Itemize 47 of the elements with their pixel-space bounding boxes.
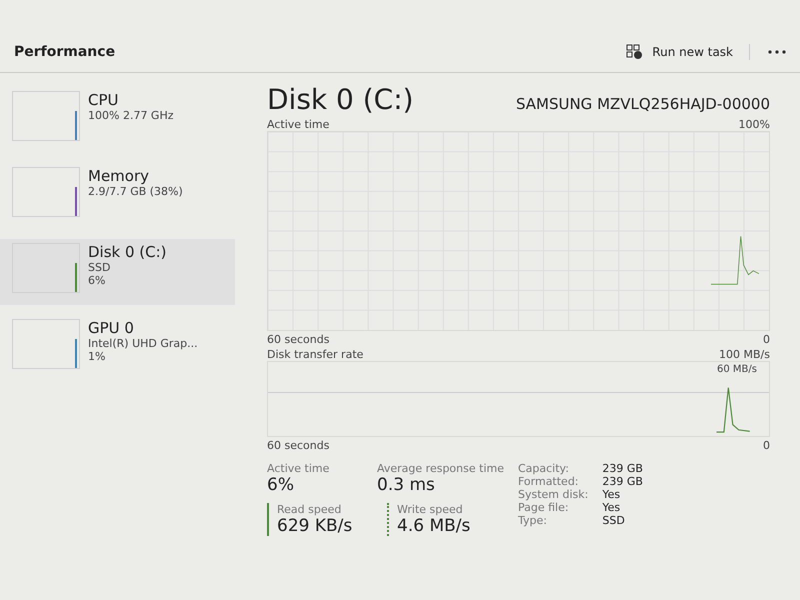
page-title: Performance [14,44,116,60]
stat-value: 0.3 ms [377,475,436,495]
sidebar-item[interactable]: CPU 100% 2.77 GHz [0,87,235,153]
item-name: Memory [88,167,150,185]
item-usage: 1% [88,350,106,363]
new-task-icon [626,44,644,60]
item-name: GPU 0 [88,319,135,337]
item-detail: Intel(R) UHD Grap... [88,337,198,350]
axis-max-label: 100 MB/s [719,348,770,361]
item-detail: SSD [88,261,112,274]
property-label: Formatted: [518,475,580,488]
time-span-label: 60 seconds [267,333,330,346]
disk-model: SAMSUNG MZVLQ256HAJD-00000 [516,95,770,113]
item-name: CPU [88,91,120,109]
property-label: Page file: [518,501,570,514]
disk-title: Disk 0 (C:) [267,83,414,116]
stat-label: Write speed [397,503,464,516]
graph-label: Active time [267,118,330,131]
axis-min-label: 0 [763,333,770,346]
graph-label: Disk transfer rate [267,348,364,361]
sidebar-item[interactable]: Memory 2.9/7.7 GB (38%) [0,163,235,229]
stat-value: 6% [267,475,295,495]
run-new-task-button[interactable]: Run new task [620,38,739,66]
item-usage: 6% [88,274,106,287]
property-value: Yes [602,501,622,514]
item-detail: 2.9/7.7 GB (38%) [88,185,183,198]
axis-mid-label: 60 MB/s [717,364,757,375]
stat-label: Average response time [377,462,504,475]
property-label: Type: [518,514,548,527]
property-value: Yes [602,488,622,501]
axis-max-label: 100% [738,118,770,131]
axis-min-label: 0 [763,439,770,452]
stat-label: Read speed [277,503,342,516]
property-value: 239 GB [602,462,643,475]
item-detail: 100% 2.77 GHz [88,109,174,122]
property-value: 239 GB [602,475,643,488]
stat-label: Active time [267,462,330,475]
stat-value: 629 KB/s [277,516,354,536]
property-value: SSD [602,514,626,527]
item-name: Disk 0 (C:) [88,243,167,261]
property-label: System disk: [518,488,588,501]
property-label: Capacity: [518,462,570,475]
sidebar-item[interactable]: Disk 0 (C:) SSD 6% [0,239,235,305]
sidebar-item[interactable]: GPU 0 Intel(R) UHD Grap... 1% [0,315,235,381]
stat-value: 4.6 MB/s [397,516,472,536]
more-icon [768,50,786,54]
time-span-label: 60 seconds [267,439,330,452]
